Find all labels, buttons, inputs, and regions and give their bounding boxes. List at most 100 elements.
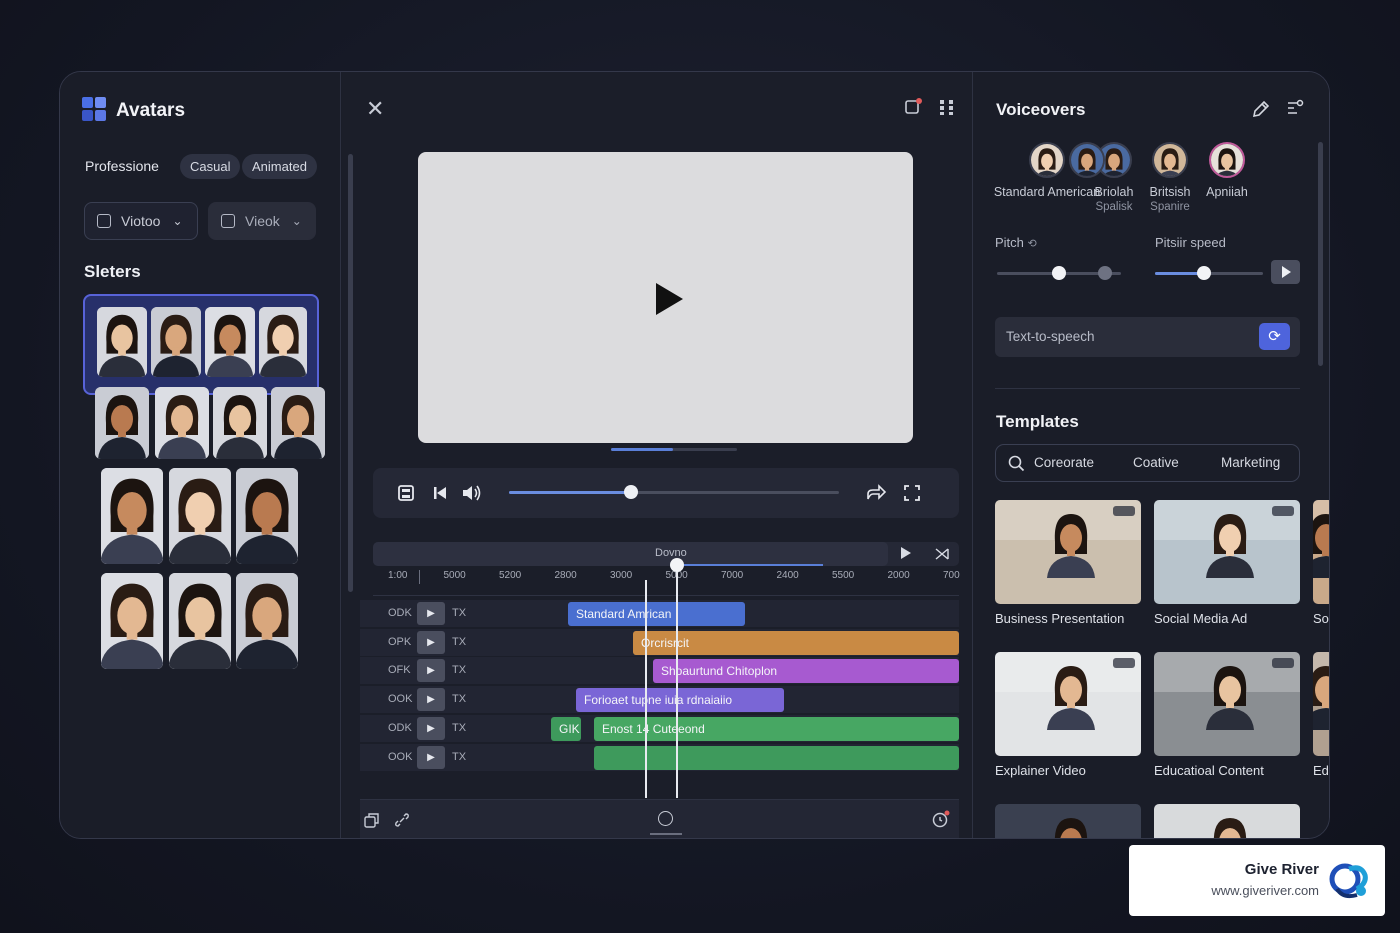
seek-bar[interactable] (509, 485, 839, 499)
template-card[interactable] (1154, 804, 1300, 838)
track-play-button[interactable]: ▶ (417, 630, 445, 654)
track-play-button[interactable]: ▶ (417, 688, 445, 712)
volume-icon[interactable] (461, 483, 483, 503)
template-card[interactable] (1313, 652, 1329, 756)
timeline-track[interactable]: OOK ▶ TX Forioaet tupne iuia rdnaiaiio (360, 686, 959, 714)
track-id: OOK (388, 750, 413, 763)
ruler-tick: 3000 (610, 570, 633, 581)
voice-option[interactable]: Britsish Spanire (1143, 142, 1197, 214)
filter-marketing[interactable]: Marketing (1221, 455, 1280, 470)
record-icon[interactable] (658, 811, 673, 826)
close-icon[interactable]: ✕ (366, 96, 384, 122)
category-professional[interactable]: Professione (85, 158, 159, 174)
timeline-clip[interactable]: Forioaet tupne iuia rdnaiaiio (576, 688, 784, 713)
pitch-handle[interactable] (1052, 266, 1066, 280)
chevron-down-icon: ⌄ (291, 214, 302, 228)
timeline-track[interactable]: ODK ▶ TX GIK Enost 14 Cuteeond (360, 714, 959, 742)
avatar-thumbnail[interactable] (259, 307, 307, 377)
pitch-range-handle[interactable] (1098, 266, 1112, 280)
play-icon (1282, 266, 1291, 278)
preview-voice-button[interactable] (1271, 260, 1300, 284)
avatar-thumbnail[interactable] (101, 468, 163, 564)
save-icon[interactable] (397, 484, 415, 502)
voice-option[interactable] (1067, 142, 1107, 178)
avatar-thumbnail[interactable] (213, 387, 267, 459)
view-dropdown[interactable]: Vieok ⌄ (208, 202, 316, 240)
template-filter-bar[interactable]: Coreorate Coative Marketing (995, 444, 1300, 482)
playhead-handle[interactable] (670, 558, 684, 572)
template-card[interactable] (995, 500, 1141, 604)
timeline-track[interactable]: OFK ▶ TX Shoaurtund Chitoplon (360, 657, 959, 685)
track-kind: TX (452, 607, 467, 619)
share-icon[interactable] (865, 483, 887, 503)
timer-icon[interactable] (932, 810, 950, 828)
template-card[interactable] (995, 804, 1141, 838)
avatar-thumbnail[interactable] (236, 468, 298, 564)
avatar-thumbnail[interactable] (205, 307, 255, 377)
timeline-clip[interactable] (594, 745, 959, 770)
notification-icon[interactable] (904, 98, 922, 121)
play-icon[interactable] (901, 547, 911, 559)
settings-icon[interactable] (1285, 98, 1305, 118)
avatar-thumbnail[interactable] (101, 573, 163, 669)
avatars-logo-icon (82, 97, 108, 123)
skip-back-icon[interactable] (431, 484, 449, 502)
voice-name: Britsish (1149, 185, 1191, 199)
copy-icon[interactable] (364, 812, 380, 828)
avatar-thumbnail[interactable] (97, 307, 147, 377)
right-scrollbar[interactable] (1318, 142, 1323, 366)
avatar-thumbnail[interactable] (169, 468, 231, 564)
timeline-clip[interactable]: Orcrisrcit (633, 630, 959, 655)
play-icon[interactable] (656, 283, 683, 315)
fullscreen-icon[interactable] (903, 484, 921, 502)
text-to-speech-input[interactable]: Text-to-speech ⟳ (995, 317, 1300, 357)
track-play-button[interactable]: ▶ (417, 602, 445, 625)
voice-avatar (1152, 142, 1188, 178)
voice-name: Briolah (1094, 185, 1134, 199)
chip-animated[interactable]: Animated (242, 154, 317, 179)
timeline-clip[interactable]: Shoaurtund Chitoplon (653, 659, 959, 684)
template-caption: Explainer Video (995, 763, 1086, 778)
track-play-button[interactable]: ▶ (417, 659, 445, 683)
template-card[interactable] (995, 652, 1141, 756)
avatar-thumbnail[interactable] (271, 387, 325, 459)
seek-handle[interactable] (624, 485, 639, 499)
avatar-thumbnail[interactable] (95, 387, 149, 459)
track-play-button[interactable]: ▶ (417, 745, 445, 769)
playhead-marker[interactable] (645, 580, 647, 798)
timeline-clip[interactable]: Standard Amrican (568, 602, 745, 626)
ruler-tick: 5000 (443, 570, 466, 581)
template-card[interactable] (1154, 652, 1300, 756)
timeline-track[interactable]: ODK ▶ TX Standard Amrican (360, 600, 959, 627)
video-dropdown[interactable]: Viotoo ⌄ (84, 202, 198, 240)
video-preview[interactable] (418, 152, 913, 443)
playhead[interactable] (676, 562, 678, 798)
left-scrollbar[interactable] (348, 154, 353, 592)
timeline-ruler: 1:00500052002800300050007000240055002000… (373, 570, 960, 596)
avatar-thumbnail[interactable] (151, 307, 201, 377)
voice-option[interactable]: Apniiah (1200, 142, 1254, 200)
voiceovers-panel: Voiceovers Standard American Briolah Spa… (972, 72, 1329, 838)
timeline-clip[interactable]: GIK (551, 716, 581, 741)
refresh-icon[interactable]: ⟳ (1259, 323, 1290, 350)
filter-corporate[interactable]: Coreorate (1034, 455, 1094, 470)
timeline-track[interactable]: OPK ▶ TX Orcrisrcit (360, 628, 959, 656)
track-play-button[interactable]: ▶ (417, 716, 445, 740)
pen-icon[interactable] (1251, 99, 1271, 119)
brand-logo-icon (1329, 863, 1368, 899)
avatar-thumbnail[interactable] (155, 387, 209, 459)
speed-handle[interactable] (1196, 266, 1211, 280)
split-icon[interactable] (935, 548, 949, 560)
link-icon[interactable] (394, 812, 410, 828)
timeline-clip[interactable]: Enost 14 Cuteeond (594, 716, 959, 741)
transport-bar (373, 468, 959, 518)
avatar-thumbnail[interactable] (169, 573, 231, 669)
template-card[interactable] (1313, 500, 1329, 604)
grid-icon[interactable] (938, 98, 956, 121)
timeline-track[interactable]: OOK ▶ TX (360, 743, 959, 771)
template-card[interactable] (1154, 500, 1300, 604)
ruler-tick: 5500 (832, 570, 855, 581)
filter-creative[interactable]: Coative (1133, 455, 1179, 470)
avatar-thumbnail[interactable] (236, 573, 298, 669)
chip-casual[interactable]: Casual (180, 154, 241, 179)
